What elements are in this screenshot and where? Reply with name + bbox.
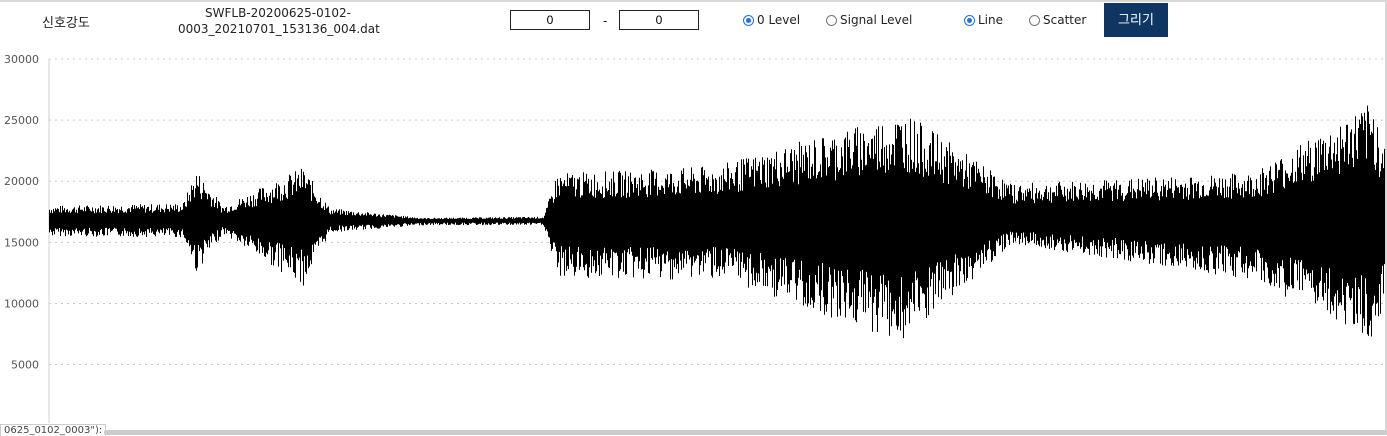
- signal-chart: 5000 10000 15000 20000 25000 30000: [4, 53, 1385, 423]
- radio-signal-level-label: Signal Level: [840, 13, 913, 27]
- top-border: [0, 0, 1387, 2]
- range-start-input[interactable]: [510, 10, 590, 30]
- tooltip-fragment: 0625_0102_0003"):: [0, 424, 107, 436]
- radio-unchecked-icon[interactable]: [826, 14, 837, 26]
- draw-button[interactable]: 그리기: [1104, 3, 1168, 37]
- y-tick-label: 25000: [4, 114, 39, 127]
- radio-scatter[interactable]: Scatter: [1029, 13, 1086, 27]
- horizontal-scrollbar[interactable]: [104, 430, 1387, 435]
- y-tick-label: 5000: [11, 359, 39, 372]
- radio-line-label: Line: [978, 13, 1004, 27]
- range-end-input[interactable]: [619, 10, 699, 30]
- y-tick-label: 15000: [4, 236, 39, 249]
- file-name-label: SWFLB-20200625-0102-0003_20210701_153136…: [178, 6, 380, 36]
- radio-unchecked-icon[interactable]: [1029, 14, 1040, 26]
- y-tick-label: 20000: [4, 175, 39, 188]
- y-tick-label: 30000: [4, 53, 39, 66]
- radio-checked-icon[interactable]: [743, 14, 754, 26]
- y-axis-ticks: 5000 10000 15000 20000 25000 30000: [4, 53, 39, 372]
- signal-strength-label: 신호강도: [42, 16, 90, 31]
- radio-signal-level[interactable]: Signal Level: [826, 13, 912, 27]
- range-separator: -: [603, 14, 608, 28]
- y-tick-label: 10000: [4, 297, 39, 310]
- radio-line[interactable]: Line: [964, 13, 1003, 27]
- radio-scatter-label: Scatter: [1043, 13, 1087, 27]
- radio-zero-level[interactable]: 0 Level: [743, 13, 800, 27]
- radio-zero-level-label: 0 Level: [757, 13, 801, 27]
- radio-checked-icon[interactable]: [964, 14, 975, 26]
